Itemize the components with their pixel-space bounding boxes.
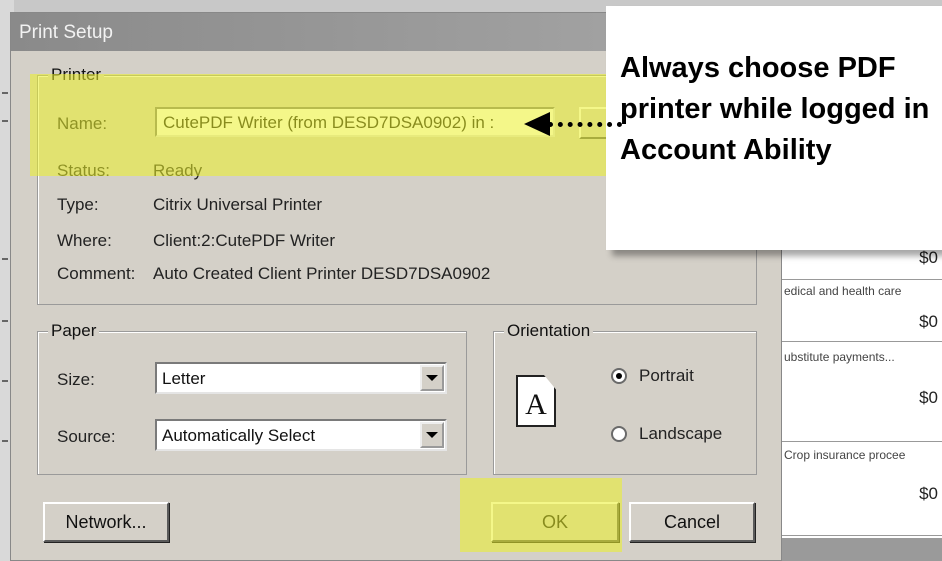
dialog-title: Print Setup [19,22,113,43]
annotation-arrow-line [548,122,622,127]
background-amount: $0 [919,248,938,267]
cancel-button[interactable]: Cancel [629,502,755,542]
orientation-group-label: Orientation [504,321,594,341]
chevron-down-icon[interactable] [420,365,444,391]
printer-group-label: Printer [48,65,105,85]
annotation-arrow-head [524,112,550,136]
background-amount: $0 [919,484,938,503]
background-row-label: edical and health care [784,284,902,298]
paper-size-select[interactable]: Letter [155,362,447,394]
background-row: Crop insurance procee $0 [780,442,942,536]
network-button[interactable]: Network... [43,502,169,542]
paper-source-select[interactable]: Automatically Select [155,419,447,451]
name-label: Name: [57,114,108,133]
landscape-radio[interactable] [611,426,627,442]
type-value: Citrix Universal Printer [153,195,323,214]
paper-size-value: Letter [162,369,206,388]
paper-group: Paper [37,321,467,475]
status-value: Ready [153,161,203,180]
where-label: Where: [57,231,112,250]
page-icon-letter: A [525,388,547,421]
callout-text: Always choose PDF printer while logged i… [620,52,930,166]
annotation-callout: Always choose PDF printer while logged i… [606,6,942,250]
portrait-radio[interactable] [611,368,627,384]
paper-group-label: Paper [48,321,100,341]
background-row-label: Crop insurance procee [784,448,906,462]
ok-button[interactable]: OK [491,502,619,542]
comment-label: Comment: [57,264,136,283]
comment-value: Auto Created Client Printer DESD7DSA0902 [153,264,491,283]
landscape-label[interactable]: Landscape [639,424,722,444]
background-amount: $0 [919,312,938,331]
background-row: ubstitute payments... $0 [780,342,942,442]
background-amounts-panel: $0 edical and health care $0 ubstitute p… [778,230,942,561]
chevron-down-icon[interactable] [420,422,444,448]
where-value: Client:2:CutePDF Writer [153,231,336,250]
background-scrollbar [778,538,942,561]
size-label: Size: [57,370,95,389]
background-row-label: ubstitute payments... [784,350,895,364]
portrait-page-icon: A [516,375,556,427]
status-label: Status: [57,161,110,180]
type-label: Type: [57,195,99,214]
source-label: Source: [57,427,116,446]
background-row: edical and health care $0 [780,280,942,342]
paper-source-value: Automatically Select [162,426,316,445]
background-amount: $0 [919,388,938,407]
printer-name-field[interactable]: CutePDF Writer (from DESD7DSA0902) in : [155,107,555,137]
portrait-label[interactable]: Portrait [639,366,694,386]
